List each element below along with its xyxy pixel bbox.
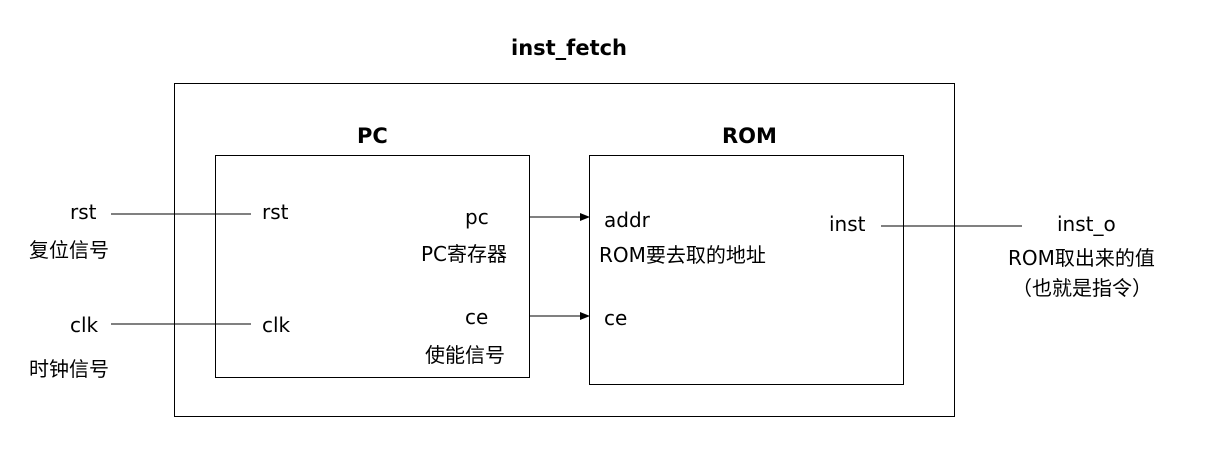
clk-input-desc: 时钟信号 bbox=[29, 357, 109, 381]
pc-rst-port: rst bbox=[262, 200, 289, 224]
inst-o-output-desc-line2: （也就是指令） bbox=[1012, 276, 1152, 300]
pc-clk-port: clk bbox=[262, 313, 291, 337]
rst-input-label: rst bbox=[70, 200, 97, 224]
clk-input-label: clk bbox=[70, 313, 99, 337]
pc-ce-port: ce bbox=[465, 305, 489, 329]
connection-wires bbox=[111, 213, 1022, 325]
pc-ce-port-desc: 使能信号 bbox=[425, 343, 505, 367]
rom-addr-port: addr bbox=[604, 208, 650, 232]
rom-ce-port: ce bbox=[604, 306, 628, 330]
pc-title: PC bbox=[357, 124, 388, 148]
rom-inst-port: inst bbox=[829, 212, 866, 236]
inst-fetch-title: inst_fetch bbox=[511, 36, 628, 60]
inst-o-output-desc-line1: ROM取出来的值 bbox=[1008, 246, 1155, 270]
inst-o-output-label: inst_o bbox=[1057, 212, 1116, 236]
rst-input-desc: 复位信号 bbox=[29, 238, 109, 262]
rom-title: ROM bbox=[722, 124, 777, 148]
pc-pc-port-desc: PC寄存器 bbox=[421, 242, 508, 266]
pc-pc-port: pc bbox=[465, 205, 489, 229]
rom-addr-port-desc: ROM要去取的地址 bbox=[599, 243, 766, 267]
